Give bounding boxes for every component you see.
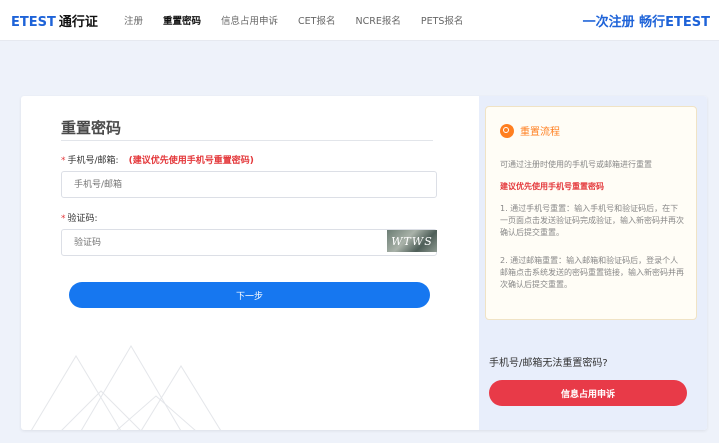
page-title: 重置密码 — [61, 119, 122, 137]
account-hint: (建议优先使用手机号重置密码) — [128, 156, 254, 166]
top-navbar: ETEST 通行证 注册 重置密码 信息占用申诉 CET报名 NCRE报名 PET… — [0, 0, 719, 41]
nav-pets-signup[interactable]: PETS报名 — [421, 13, 464, 27]
process-recommend: 建议优先使用手机号重置密码 — [500, 182, 604, 191]
required-mark: * — [61, 214, 66, 224]
triangle-decoration — [31, 345, 221, 430]
brand-en: ETEST — [11, 15, 56, 30]
nav-ncre-signup[interactable]: NCRE报名 — [356, 13, 401, 27]
account-input[interactable] — [61, 171, 437, 198]
process-intro: 可通过注册时使用的手机号或邮箱进行重置 — [500, 160, 652, 169]
brand-cn: 通行证 — [58, 15, 98, 30]
reset-form: 重置密码 *手机号/邮箱:(建议优先使用手机号重置密码) *验证码: WTWS … — [21, 96, 478, 430]
slogan: 一次注册 畅行ETEST — [582, 15, 710, 30]
nav-reset-password[interactable]: 重置密码 — [163, 13, 201, 27]
info-appeal-button[interactable]: 信息占用申诉 — [489, 380, 687, 406]
code-label-text: 验证码: — [67, 214, 98, 224]
account-label-text: 手机号/邮箱: — [67, 156, 119, 166]
clock-icon — [500, 123, 514, 138]
process-step-2: 2. 通过邮箱重置：输入邮箱和验证码后，登录个人邮箱点击系统发送的密码重置链接，… — [500, 256, 684, 289]
brand-logo[interactable]: ETEST 通行证 — [11, 11, 98, 30]
side-panel: 重置流程 可通过注册时使用的手机号或邮箱进行重置 建议优先使用手机号重置密码 1… — [479, 96, 707, 430]
nav-register[interactable]: 注册 — [124, 13, 143, 27]
title-divider — [61, 140, 433, 141]
nav-info-appeal[interactable]: 信息占用申诉 — [221, 13, 278, 27]
process-title: 重置流程 — [520, 127, 560, 138]
required-mark: * — [61, 156, 66, 166]
captcha-image[interactable]: WTWS — [387, 230, 437, 252]
process-box: 重置流程 可通过注册时使用的手机号或邮箱进行重置 建议优先使用手机号重置密码 1… — [485, 106, 697, 320]
captcha-input[interactable] — [61, 229, 437, 256]
process-header: 重置流程 — [500, 123, 560, 138]
main-nav: 注册 重置密码 信息占用申诉 CET报名 NCRE报名 PETS报名 — [124, 0, 483, 40]
nav-cet-signup[interactable]: CET报名 — [298, 13, 335, 27]
help-question: 手机号/邮箱无法重置密码? — [489, 358, 608, 369]
process-step-1: 1. 通过手机号重置：输入手机号和验证码后，在下一页面点击发送验证码完成验证，输… — [500, 204, 684, 237]
account-label: * 手机号/邮箱: (建议优先使用手机号重置密码) — [61, 153, 254, 166]
code-label: * 验证码: — [61, 211, 98, 224]
reset-card: 重置密码 *手机号/邮箱:(建议优先使用手机号重置密码) *验证码: WTWS … — [21, 96, 707, 430]
